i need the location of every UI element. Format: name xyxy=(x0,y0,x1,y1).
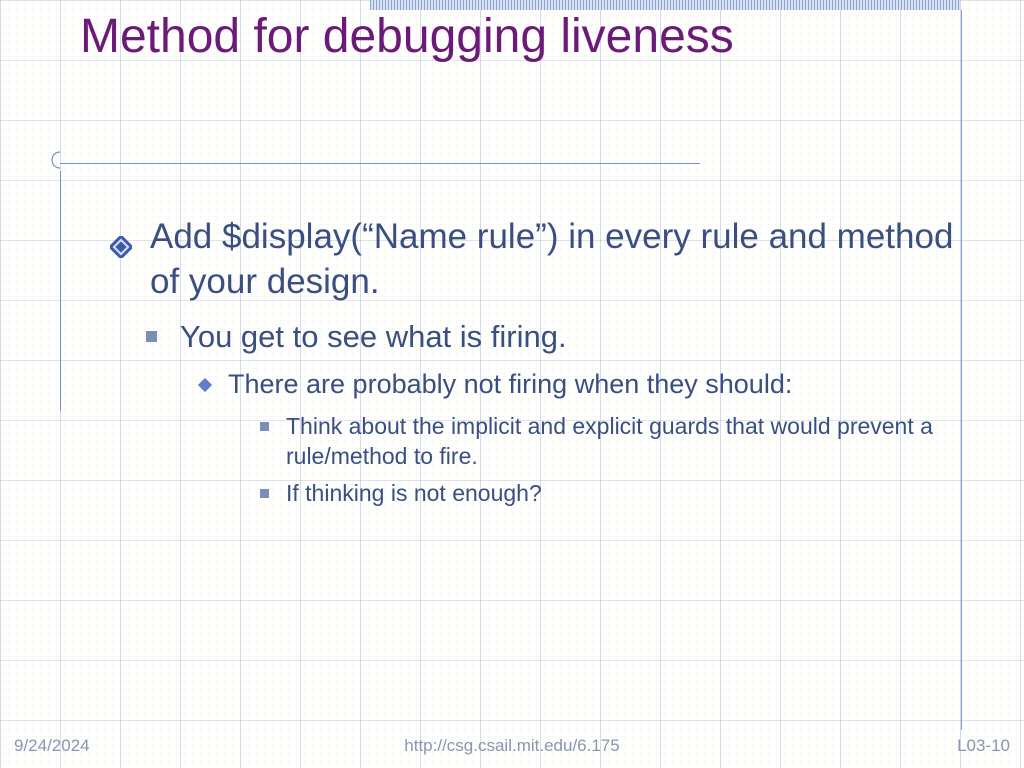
bullet-level-2: You get to see what is firing. xyxy=(146,317,960,357)
diamond-bullet-icon xyxy=(110,225,132,270)
bullet-text: Think about the implicit and explicit gu… xyxy=(286,413,933,470)
footer-page-number: L03-10 xyxy=(957,736,1010,756)
slide-body: Add $display(“Name rule”) in every rule … xyxy=(110,215,960,515)
diamond-small-icon xyxy=(198,378,212,392)
footer-date: 9/24/2024 xyxy=(14,736,90,756)
bullet-level-1: Add $display(“Name rule”) in every rule … xyxy=(110,215,960,305)
bullet-text: Add $display(“Name rule”) in every rule … xyxy=(150,217,953,301)
slide-content: Method for debugging liveness Add $displ… xyxy=(0,0,1024,768)
bullet-level-3: There are probably not firing when they … xyxy=(200,367,960,403)
slide-footer: 9/24/2024 http://csg.csail.mit.edu/6.175… xyxy=(0,736,1024,756)
slide-title: Method for debugging liveness xyxy=(80,6,940,67)
bullet-level-4: If thinking is not enough? xyxy=(260,478,960,509)
bullet-level-4: Think about the implicit and explicit gu… xyxy=(260,411,960,473)
footer-url: http://csg.csail.mit.edu/6.175 xyxy=(0,736,1024,756)
bullet-text: You get to see what is firing. xyxy=(180,319,567,354)
bullet-text: There are probably not firing when they … xyxy=(228,369,792,399)
bullet-text: If thinking is not enough? xyxy=(286,480,542,506)
